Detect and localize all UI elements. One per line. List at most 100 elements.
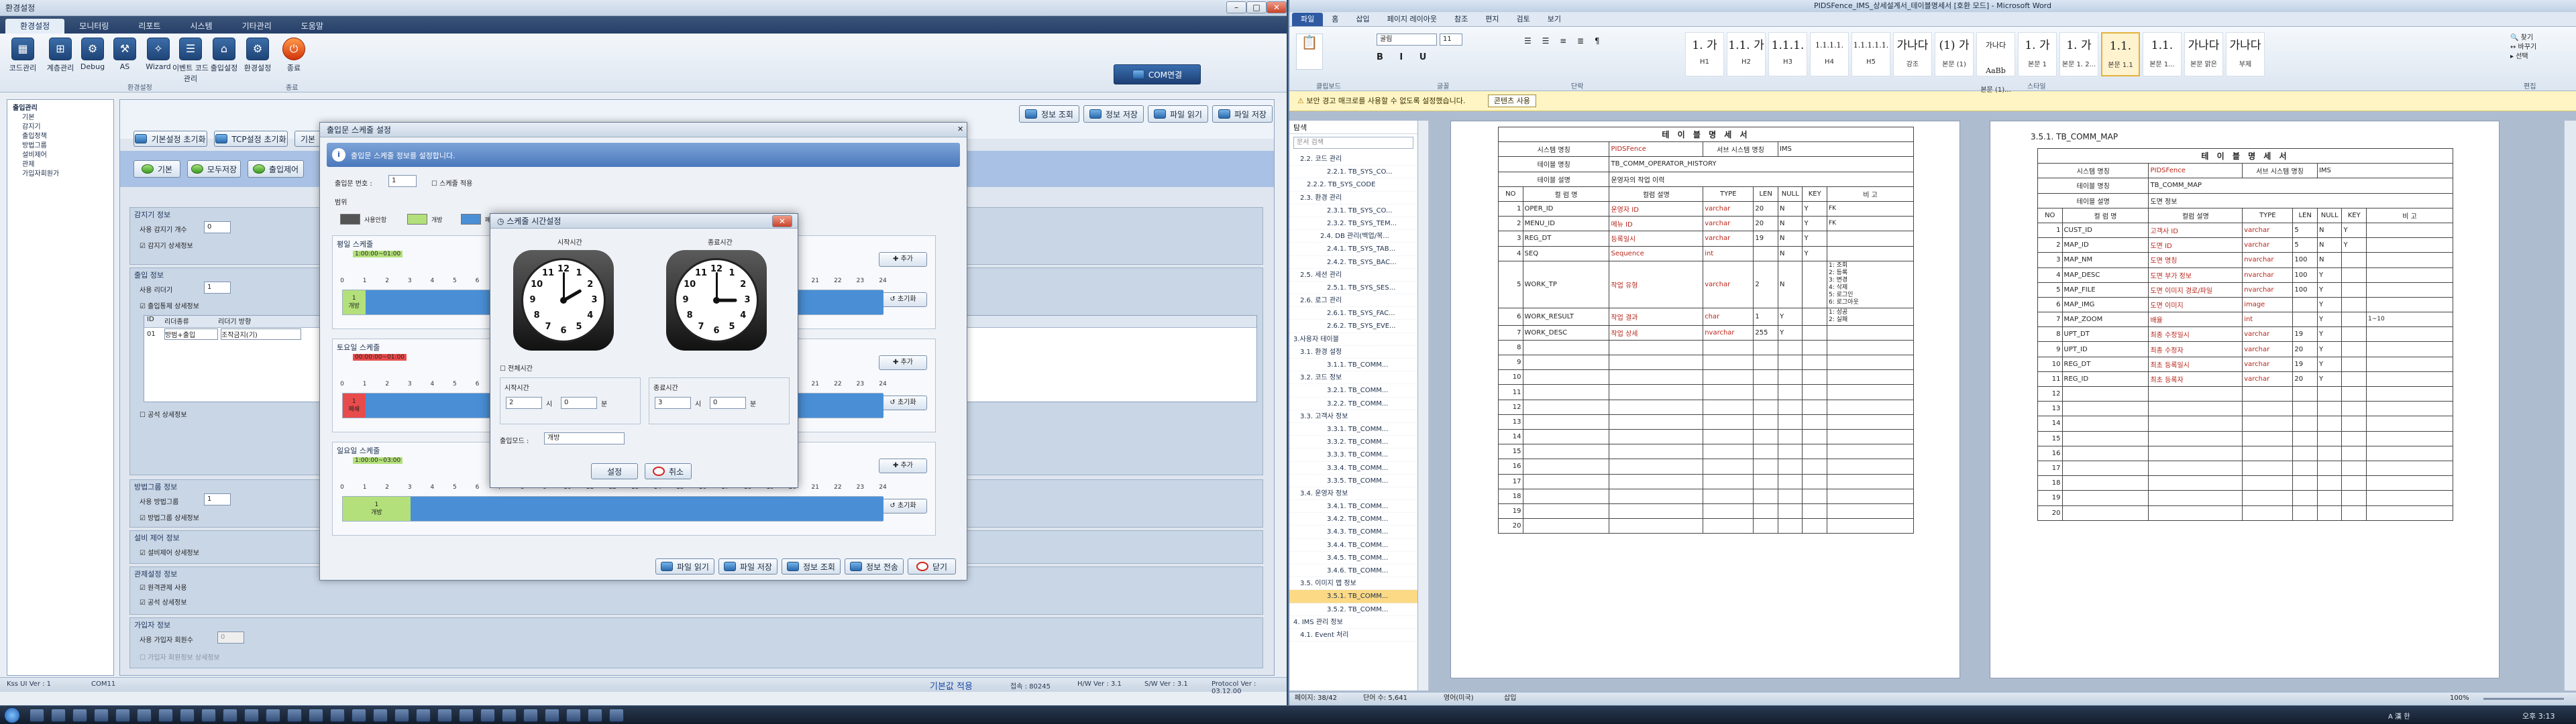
tab-insert[interactable]: 삽입: [1347, 13, 1378, 26]
extra-detail-check-2[interactable]: ☑ 공석 상세정보: [140, 597, 187, 607]
nav-item[interactable]: 3.2.2. TB_COMM...: [1289, 398, 1417, 410]
taskbar-app-icon[interactable]: [94, 709, 109, 722]
tab-settings[interactable]: 환경설정: [5, 19, 65, 34]
taskbar-app-icon[interactable]: [72, 709, 87, 722]
code-manage-button[interactable]: ▦ 코드관리: [4, 38, 42, 73]
edit-group[interactable]: 🔍 찾기 ↔ 바꾸기 ▸ 선택: [2510, 34, 2536, 62]
style-item[interactable]: 1.1. 본문 1...: [2143, 32, 2182, 76]
style-item[interactable]: 1.1. 본문 1.1: [2101, 32, 2140, 76]
taskbar-app-icon[interactable]: [437, 709, 452, 722]
nav-item[interactable]: 2.4. DB 관리(백업/복...: [1289, 230, 1417, 243]
access-detail-check[interactable]: ☑ 출입통제 상세정보: [140, 300, 199, 310]
slot-reset-button[interactable]: ↺ 초기화: [879, 396, 927, 410]
nav-item[interactable]: 3.5.2. TB_COMM...: [1289, 603, 1417, 616]
reset-basic-button[interactable]: 기본설정 초기화: [133, 131, 207, 147]
tree-item[interactable]: 설비제어: [13, 151, 113, 160]
style-item[interactable]: 가나다 강조: [1893, 32, 1932, 76]
info-save-button[interactable]: 정보 저장: [1083, 105, 1144, 123]
event-code-button[interactable]: ☰ 이벤트 코드관리: [172, 38, 209, 84]
taskbar-app-icon[interactable]: [244, 709, 259, 722]
tab-reference[interactable]: 참조: [1446, 13, 1477, 26]
taskbar-app-icon[interactable]: [502, 709, 517, 722]
taskbar-app-icon[interactable]: [287, 709, 302, 722]
taskbar-app-icon[interactable]: [158, 709, 173, 722]
nav-item[interactable]: 3.사용자 테이블: [1289, 333, 1417, 346]
nav-item[interactable]: 3.3.5. TB_COMM...: [1289, 475, 1417, 487]
nav-item[interactable]: 3.4.4. TB_COMM...: [1289, 539, 1417, 552]
slot-add-button[interactable]: ✚ 추가: [879, 252, 927, 267]
nav-item[interactable]: 3.1.1. TB_COMM...: [1289, 359, 1417, 372]
sched-query-button[interactable]: 정보 조회: [782, 558, 841, 575]
nav-item[interactable]: 3.4. 운영자 정보: [1289, 487, 1417, 501]
reset-tcp-button[interactable]: TCP설정 초기화: [214, 131, 288, 147]
taskbar-app-icon[interactable]: [459, 709, 474, 722]
detector-count-field[interactable]: 0: [204, 221, 231, 233]
sched-close-button[interactable]: 닫기: [908, 558, 956, 575]
tab-file[interactable]: 파일: [1292, 13, 1324, 26]
tab-home[interactable]: 홈: [1323, 13, 1347, 26]
end-min-select[interactable]: 0: [710, 397, 746, 409]
timeline-fill[interactable]: 1 폐쇄: [343, 394, 366, 418]
zoom-slider[interactable]: [2483, 698, 2564, 700]
taskbar-app-icon[interactable]: [223, 709, 237, 722]
com-connect-button[interactable]: COM연결: [1114, 64, 1201, 84]
style-item[interactable]: 1. 가 H1: [1685, 32, 1724, 76]
end-hour-select[interactable]: 3: [655, 397, 691, 409]
nav-item[interactable]: 3.3. 고객사 정보: [1289, 410, 1417, 423]
as-button[interactable]: ⚒ AS: [106, 38, 144, 71]
ime-indicator[interactable]: A 漢 한: [2388, 711, 2410, 721]
start-min-select[interactable]: 0: [561, 397, 597, 409]
nav-item[interactable]: 3.3.2. TB_COMM...: [1289, 436, 1417, 449]
minimize-button[interactable]: –: [1226, 1, 1246, 13]
taskbar-app-icon[interactable]: [373, 709, 388, 722]
tab-etc[interactable]: 기타관리: [227, 19, 286, 34]
extra-detail-check[interactable]: ☐ 공석 상세정보: [140, 409, 187, 419]
tab-layout[interactable]: 페이지 레이아웃: [1379, 13, 1446, 26]
time-close-button[interactable]: ✕: [772, 215, 792, 227]
taskbar-app-icon[interactable]: [523, 709, 538, 722]
vertical-scrollbar[interactable]: [2564, 121, 2576, 690]
start-hour-select[interactable]: 2: [506, 397, 542, 409]
taskbar-app-icon[interactable]: [588, 709, 602, 722]
style-item[interactable]: 1.1.1.1.1. H5: [1851, 32, 1890, 76]
taskbar-app-icon[interactable]: [480, 709, 495, 722]
nav-item[interactable]: 3.5. 이미지 맵 정보: [1289, 577, 1417, 591]
taskbar-app-icon[interactable]: [545, 709, 559, 722]
nav-item[interactable]: 3.3.1. TB_COMM...: [1289, 423, 1417, 436]
nav-item[interactable]: 2.2. 코드 관리: [1289, 153, 1417, 166]
tab-monitoring[interactable]: 모니터링: [64, 19, 123, 34]
file-save-button[interactable]: 파일 저장: [1212, 105, 1273, 123]
style-item[interactable]: 1. 가 본문 1: [2018, 32, 2057, 76]
reader-count-field[interactable]: 1: [204, 282, 231, 294]
timeline-track[interactable]: 1 개방: [342, 496, 883, 522]
nav-item[interactable]: 4. IMS 관리 정보: [1289, 616, 1417, 629]
taskbar-clock[interactable]: 오후 3:13: [2522, 711, 2555, 721]
style-item[interactable]: 가나다AaBb 본문 (1)...: [1976, 32, 2015, 94]
style-item[interactable]: 가나다 부제: [2226, 32, 2265, 76]
nav-item[interactable]: 2.6.1. TB_SYS_FAC...: [1289, 307, 1417, 320]
taskbar-app-icon[interactable]: [566, 709, 581, 722]
timeline-fill[interactable]: 1 개방: [343, 497, 411, 521]
schedule-close-icon[interactable]: ✕: [957, 125, 963, 133]
timeline-fill[interactable]: 1 개방: [343, 290, 366, 314]
member-count-field[interactable]: 0: [217, 631, 244, 644]
font-size-select[interactable]: 11: [1440, 34, 1462, 46]
access-setting-button[interactable]: ⌂ 출입설정: [205, 38, 243, 73]
nav-item[interactable]: 3.4.3. TB_COMM...: [1289, 526, 1417, 539]
maximize-button[interactable]: □: [1246, 1, 1267, 13]
taskbar-app-icon[interactable]: [137, 709, 152, 722]
nav-item[interactable]: 3.4.1. TB_COMM...: [1289, 500, 1417, 514]
grid-cell-select[interactable]: 방범+출입: [164, 328, 218, 340]
tab-review[interactable]: 검토: [1507, 13, 1538, 26]
nav-item[interactable]: 2.4.2. TB_SYS_BAC...: [1289, 256, 1417, 269]
nav-item[interactable]: 2.5. 세션 관리: [1289, 269, 1417, 282]
tab-mailing[interactable]: 편지: [1477, 13, 1507, 26]
style-item[interactable]: 가나다 본문 맑은: [2184, 32, 2223, 76]
taskbar-app-icon[interactable]: [609, 709, 624, 722]
nav-item[interactable]: 2.2.1. TB_SYS_CO...: [1289, 166, 1417, 179]
basic-button[interactable]: 기본: [294, 131, 321, 147]
info-query-button[interactable]: 정보 조회: [1019, 105, 1079, 123]
fullday-check[interactable]: ☐ 전체시간: [500, 363, 533, 373]
tree-item[interactable]: 관제: [13, 160, 113, 170]
format-buttons[interactable]: B I U: [1377, 52, 1433, 62]
